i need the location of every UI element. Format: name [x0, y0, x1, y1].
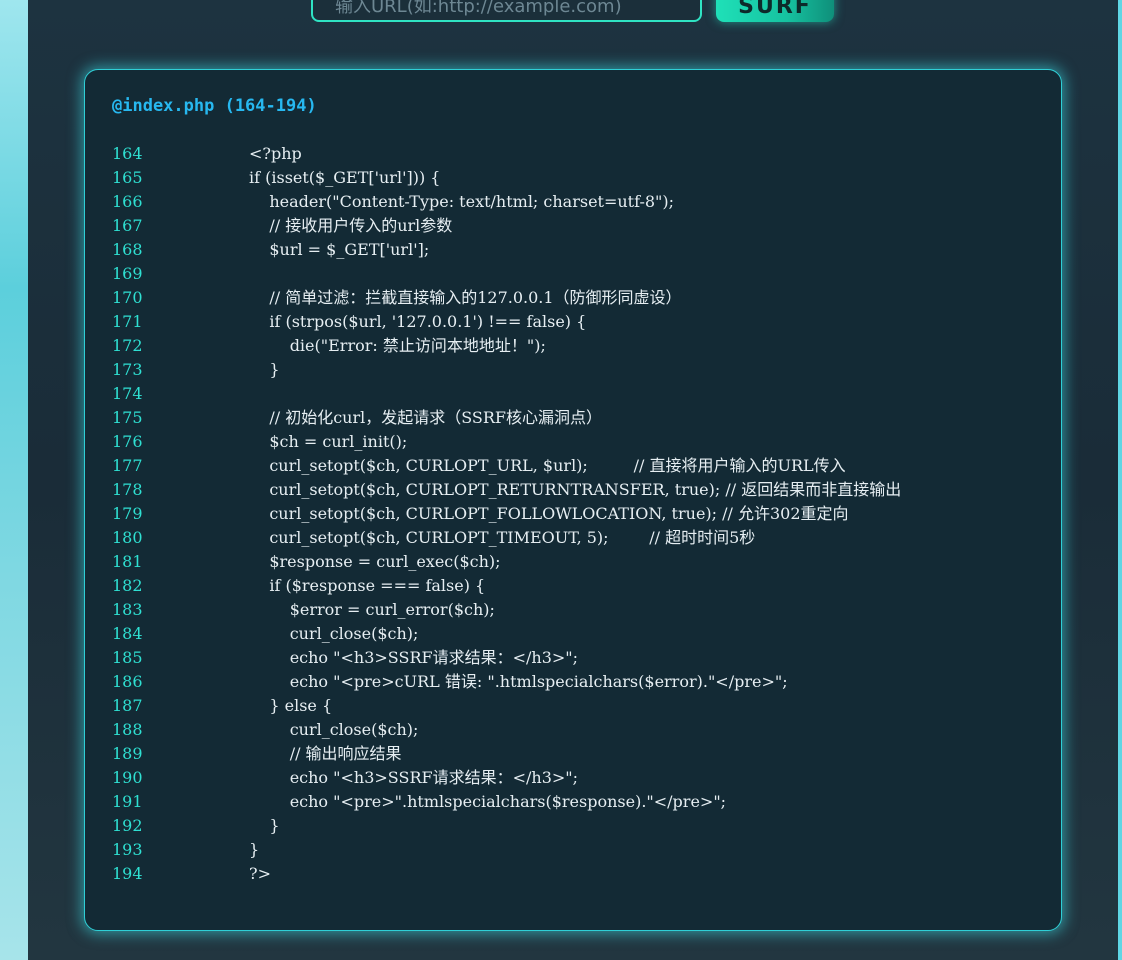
code-line: 180 curl_setopt($ch, CURLOPT_TIMEOUT, 5)… [112, 526, 1052, 550]
line-number: 188 [112, 720, 143, 739]
line-number: 167 [112, 216, 143, 235]
code-line: 183 $error = curl_error($ch); [112, 598, 1052, 622]
line-code: echo "<h3>SSRF请求结果：</h3>"; [249, 648, 579, 667]
line-code: } else { [249, 696, 333, 715]
code-line: 186 echo "<pre>cURL 错误: ".htmlspecialcha… [112, 670, 1052, 694]
code-line: 172 die("Error: 禁止访问本地地址！"); [112, 334, 1052, 358]
code-line: 178 curl_setopt($ch, CURLOPT_RETURNTRANS… [112, 478, 1052, 502]
line-number: 186 [112, 672, 143, 691]
line-code: ?> [249, 864, 271, 883]
line-number: 176 [112, 432, 143, 451]
code-line: 188 curl_close($ch); [112, 718, 1052, 742]
line-code: $ch = curl_init(); [249, 432, 408, 451]
code-line: 194 ?> [112, 862, 1052, 886]
code-line: 190 echo "<h3>SSRF请求结果：</h3>"; [112, 766, 1052, 790]
line-number: 179 [112, 504, 143, 523]
url-input[interactable] [311, 0, 702, 22]
line-number: 173 [112, 360, 143, 379]
code-line: 164 <?php [112, 142, 1052, 166]
code-line: 169 [112, 262, 1052, 286]
code-line: 173 } [112, 358, 1052, 382]
line-number: 180 [112, 528, 143, 547]
code-line: 176 $ch = curl_init(); [112, 430, 1052, 454]
code-lines: 164 <?php 165 if (isset($_GET['url'])) { 166… [112, 142, 1052, 886]
line-number: 189 [112, 744, 143, 763]
line-code: curl_close($ch); [249, 624, 419, 643]
line-number: 165 [112, 168, 143, 187]
line-code: if (isset($_GET['url'])) { [249, 168, 441, 187]
code-line: 193} [112, 838, 1052, 862]
line-code: } [249, 816, 280, 835]
line-code: // 初始化curl，发起请求（SSRF核心漏洞点） [249, 408, 603, 427]
code-line: 185 echo "<h3>SSRF请求结果：</h3>"; [112, 646, 1052, 670]
line-number: 194 [112, 864, 143, 883]
line-code: curl_setopt($ch, CURLOPT_FOLLOWLOCATION,… [249, 504, 849, 523]
line-number: 191 [112, 792, 143, 811]
code-line: 170 // 简单过滤：拦截直接输入的127.0.0.1（防御形同虚设） [112, 286, 1052, 310]
line-code: // 简单过滤：拦截直接输入的127.0.0.1（防御形同虚设） [249, 288, 682, 307]
line-number: 175 [112, 408, 143, 427]
line-number: 193 [112, 840, 143, 859]
background-left-strip [0, 0, 28, 960]
line-number: 174 [112, 384, 143, 403]
line-number: 177 [112, 456, 143, 475]
line-code: } [249, 360, 280, 379]
code-line: 174 [112, 382, 1052, 406]
line-number: 170 [112, 288, 143, 307]
background-right-strip [1118, 0, 1122, 960]
line-code: curl_setopt($ch, CURLOPT_TIMEOUT, 5); //… [249, 528, 756, 547]
line-code: <?php [249, 144, 302, 163]
line-number: 178 [112, 480, 143, 499]
code-line: 168 $url = $_GET['url']; [112, 238, 1052, 262]
line-code: } [249, 840, 260, 859]
line-code: // 输出响应结果 [249, 744, 402, 763]
line-number: 182 [112, 576, 143, 595]
line-code: curl_setopt($ch, CURLOPT_URL, $url); // … [249, 456, 846, 475]
code-line: 166 header("Content-Type: text/html; cha… [112, 190, 1052, 214]
line-number: 172 [112, 336, 143, 355]
line-code: curl_setopt($ch, CURLOPT_RETURNTRANSFER,… [249, 480, 902, 499]
code-card: @index.php (164-194) 164 <?php 165 if (isse… [84, 69, 1062, 931]
code-line: 167 // 接收用户传入的url参数 [112, 214, 1052, 238]
code-line: 181 $response = curl_exec($ch); [112, 550, 1052, 574]
code-line: 191 echo "<pre>".htmlspecialchars($respo… [112, 790, 1052, 814]
code-line: 179 curl_setopt($ch, CURLOPT_FOLLOWLOCAT… [112, 502, 1052, 526]
code-line: 171 if (strpos($url, '127.0.0.1') !== fa… [112, 310, 1052, 334]
code-line: 189 // 输出响应结果 [112, 742, 1052, 766]
line-number: 169 [112, 264, 143, 283]
surf-button[interactable]: SURF [716, 0, 834, 22]
line-number: 168 [112, 240, 143, 259]
line-number: 183 [112, 600, 143, 619]
line-code: // 接收用户传入的url参数 [249, 216, 453, 235]
code-line: 192 } [112, 814, 1052, 838]
line-code: if ($response === false) { [249, 576, 486, 595]
line-code: $error = curl_error($ch); [249, 600, 495, 619]
code-line: 175 // 初始化curl，发起请求（SSRF核心漏洞点） [112, 406, 1052, 430]
line-code: $response = curl_exec($ch); [249, 552, 501, 571]
line-number: 192 [112, 816, 143, 835]
line-number: 166 [112, 192, 143, 211]
line-code: curl_close($ch); [249, 720, 419, 739]
line-number: 164 [112, 144, 143, 163]
code-line: 165 if (isset($_GET['url'])) { [112, 166, 1052, 190]
line-code: if (strpos($url, '127.0.0.1') !== false)… [249, 312, 587, 331]
line-code: echo "<pre>".htmlspecialchars($response)… [249, 792, 727, 811]
line-code: echo "<h3>SSRF请求结果：</h3>"; [249, 768, 579, 787]
line-code: echo "<pre>cURL 错误: ".htmlspecialchars($… [249, 672, 788, 691]
line-code: header("Content-Type: text/html; charset… [249, 192, 675, 211]
line-number: 190 [112, 768, 143, 787]
line-number: 185 [112, 648, 143, 667]
line-number: 184 [112, 624, 143, 643]
code-line: 184 curl_close($ch); [112, 622, 1052, 646]
code-file-title: @index.php (164-194) [112, 96, 317, 116]
line-number: 181 [112, 552, 143, 571]
line-code: die("Error: 禁止访问本地地址！"); [249, 336, 546, 355]
line-number: 171 [112, 312, 143, 331]
code-line: 182 if ($response === false) { [112, 574, 1052, 598]
line-code: $url = $_GET['url']; [249, 240, 430, 259]
code-line: 177 curl_setopt($ch, CURLOPT_URL, $url);… [112, 454, 1052, 478]
code-line: 187 } else { [112, 694, 1052, 718]
line-number: 187 [112, 696, 143, 715]
